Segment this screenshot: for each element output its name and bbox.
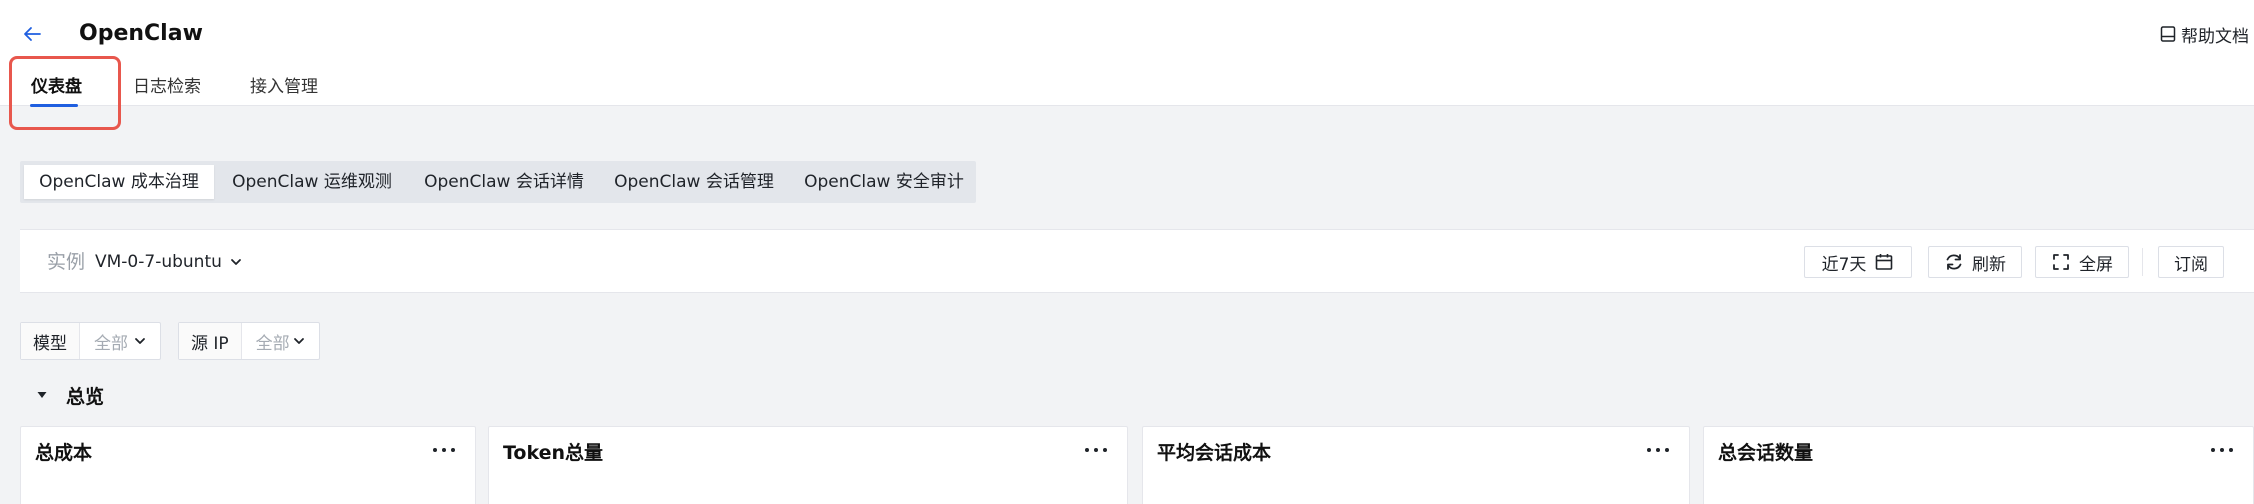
time-range-picker[interactable]: 近7天 — [1804, 246, 1912, 278]
card-more-button[interactable] — [1643, 435, 1673, 465]
dashboard-subtabs: OpenClaw 成本治理 OpenClaw 运维观测 OpenClaw 会话详… — [20, 161, 976, 203]
caret-down-icon — [37, 392, 47, 398]
refresh-button[interactable]: 刷新 — [1928, 246, 2022, 278]
tab-access-management[interactable]: 接入管理 — [250, 70, 318, 106]
arrow-left-icon — [24, 27, 41, 41]
refresh-icon — [1946, 254, 1962, 270]
fullscreen-label: 全屏 — [2079, 254, 2113, 275]
overview-section-toggle[interactable]: 总览 — [36, 380, 104, 410]
card-title: 总会话数量 — [1718, 442, 1814, 464]
help-docs-label: 帮助文档 — [2181, 26, 2249, 47]
book-icon — [2160, 26, 2176, 42]
active-tab-indicator — [30, 104, 78, 107]
model-filter-select[interactable]: 全部 — [80, 323, 160, 359]
card-more-button[interactable] — [2207, 435, 2237, 465]
ellipsis-icon — [433, 448, 455, 452]
card-title: Token总量 — [503, 442, 604, 464]
subtab-cost-governance[interactable]: OpenClaw 成本治理 — [24, 165, 214, 199]
source-ip-filter: 源 IP 全部 — [178, 322, 320, 360]
subscribe-button[interactable]: 订阅 — [2158, 246, 2224, 278]
page: OpenClaw 帮助文档 仪表盘 日志检索 接入管理 OpenClaw 成本治… — [0, 0, 2254, 504]
dashboard-toolbar: 实例 VM-0-7-ubuntu 近7天 刷新 全屏 订阅 — [20, 229, 2254, 293]
source-ip-filter-label: 源 IP — [179, 323, 242, 359]
instance-label: 实例 — [47, 251, 86, 273]
chevron-down-icon — [135, 338, 145, 344]
tab-dashboard[interactable]: 仪表盘 — [31, 70, 82, 106]
source-ip-filter-select[interactable]: 全部 — [242, 323, 319, 359]
time-range-value: 近7天 — [1821, 254, 1867, 275]
ellipsis-icon — [1085, 448, 1107, 452]
calendar-icon — [1876, 254, 1893, 270]
chevron-down-icon — [230, 259, 241, 265]
instance-value: VM-0-7-ubuntu — [95, 252, 222, 272]
back-button[interactable] — [16, 18, 48, 50]
instance-select[interactable]: VM-0-7-ubuntu — [95, 230, 242, 294]
card-avg-session-cost: 平均会话成本 — [1142, 426, 1690, 504]
subscribe-label: 订阅 — [2174, 254, 2208, 275]
model-filter-value: 全部 — [94, 333, 128, 354]
subtab-session-details[interactable]: OpenClaw 会话详情 — [410, 165, 598, 199]
source-ip-filter-value: 全部 — [255, 333, 290, 354]
help-docs-link[interactable]: 帮助文档 — [2159, 20, 2253, 48]
card-title: 总成本 — [35, 442, 93, 464]
card-more-button[interactable] — [429, 435, 459, 465]
ellipsis-icon — [2211, 448, 2233, 452]
card-total-cost: 总成本 — [20, 426, 476, 504]
model-filter: 模型 全部 — [20, 322, 161, 360]
app-title: OpenClaw — [79, 21, 203, 46]
overview-section-title: 总览 — [66, 385, 105, 408]
subtab-session-management[interactable]: OpenClaw 会话管理 — [600, 165, 788, 199]
fullscreen-icon — [2053, 254, 2069, 270]
tab-log-search[interactable]: 日志检索 — [133, 70, 201, 106]
chevron-down-icon — [294, 338, 304, 344]
subtab-security-audit[interactable]: OpenClaw 安全审计 — [790, 165, 978, 199]
model-filter-label: 模型 — [21, 323, 80, 359]
card-title: 平均会话成本 — [1157, 442, 1272, 464]
refresh-label: 刷新 — [1972, 254, 2006, 275]
ellipsis-icon — [1647, 448, 1669, 452]
card-total-sessions: 总会话数量 — [1703, 426, 2254, 504]
toolbar-divider — [2142, 248, 2143, 276]
subtab-ops-observability[interactable]: OpenClaw 运维观测 — [216, 165, 408, 199]
card-more-button[interactable] — [1081, 435, 1111, 465]
card-token-total: Token总量 — [488, 426, 1128, 504]
top-header: OpenClaw 帮助文档 仪表盘 日志检索 接入管理 — [0, 0, 2254, 106]
fullscreen-button[interactable]: 全屏 — [2035, 246, 2129, 278]
